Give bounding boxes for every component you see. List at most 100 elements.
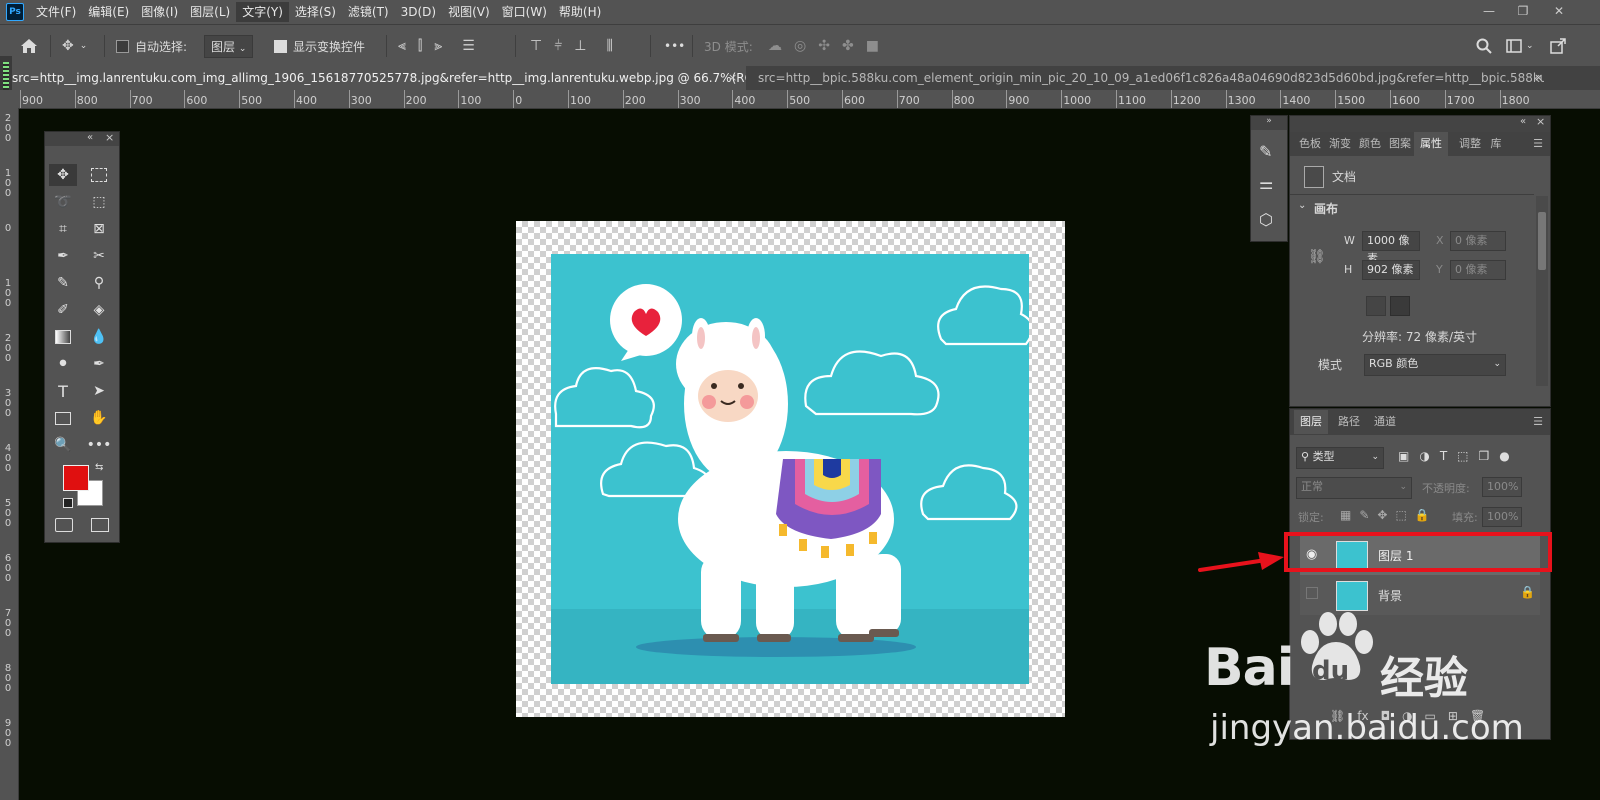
3d-orbit-icon[interactable]: ☁ (768, 38, 782, 54)
canvas-section-chevron-icon[interactable]: ⌄ (1298, 200, 1306, 211)
3d-roll-icon[interactable]: ◎ (794, 38, 806, 54)
tab-document-2-close-icon[interactable]: × (1534, 66, 1543, 90)
auto-select-dropdown[interactable]: 图层 ⌄ (204, 25, 254, 67)
tab-layers[interactable]: 图层 (1294, 410, 1328, 434)
distribute-icon[interactable]: ☰ (462, 38, 475, 54)
more-tools-button[interactable]: ••• (85, 434, 113, 456)
auto-select-checkbox[interactable]: 自动选择: (116, 25, 187, 67)
screen-mode-icon[interactable] (91, 518, 109, 532)
lock-pixels-icon[interactable]: ✎ (1359, 508, 1369, 522)
align-top-icon[interactable]: ⊤ (530, 38, 542, 54)
tools-panel-header[interactable]: « × (45, 131, 119, 146)
gradient-tool-button[interactable] (49, 326, 77, 348)
tools-panel-collapse-icon[interactable]: « (87, 132, 93, 143)
filter-adjustment-icon[interactable]: ◑ (1419, 449, 1429, 463)
distribute-vertical-icon[interactable]: ⫼ (606, 38, 612, 54)
layer-row-background[interactable]: 背景 🔒 (1300, 575, 1540, 615)
blur-tool-button[interactable]: 💧 (85, 326, 113, 348)
3d-pan-icon[interactable]: ✣ (818, 38, 830, 54)
menu-image[interactable]: 图像(I) (135, 2, 184, 22)
height-field[interactable]: 902 像素 (1362, 260, 1420, 280)
search-icon[interactable] (1476, 25, 1492, 67)
workspace-icon[interactable]: ⌄ (1506, 25, 1534, 67)
brush-settings-icon[interactable]: ✎ (1259, 142, 1272, 161)
tab-patterns[interactable]: 图案 (1386, 132, 1414, 156)
dodge-tool-button[interactable]: ⚫ (49, 353, 77, 375)
filter-toggle-icon[interactable]: ● (1499, 449, 1509, 463)
lock-artboard-icon[interactable]: ⬚ (1395, 508, 1406, 522)
close-window-button[interactable]: ✕ (1548, 2, 1570, 20)
filter-shape-icon[interactable]: ⬚ (1457, 449, 1468, 463)
hand-tool-button[interactable]: ✋ (85, 407, 113, 429)
icon-bar-collapse-icon[interactable]: » (1251, 116, 1287, 130)
healing-tool-button[interactable]: ✂ (85, 245, 113, 267)
tab-libraries[interactable]: 库 (1484, 132, 1508, 156)
pen-tool-button[interactable]: ✒ (85, 353, 113, 375)
tab-document-1[interactable]: src=http__img.lanrentuku.com_img_allimg_… (10, 66, 746, 90)
type-tool-button[interactable]: T (49, 380, 77, 402)
menu-filter[interactable]: 滤镜(T) (342, 2, 395, 22)
properties-close-icon[interactable]: × (1536, 115, 1545, 128)
menu-edit[interactable]: 编辑(E) (82, 2, 135, 22)
foreground-color-swatch[interactable] (63, 465, 89, 491)
more-options-button[interactable]: ••• (664, 25, 685, 67)
align-bottom-icon[interactable]: ⊥ (574, 38, 586, 54)
tab-adjustments[interactable]: 调整 (1456, 132, 1484, 156)
layer-filter-dropdown[interactable]: ⚲ 类型 ⌄ (1296, 447, 1384, 469)
adjustment-sliders-icon[interactable]: ⚌ (1259, 174, 1273, 193)
width-field[interactable]: 1000 像素 (1362, 231, 1420, 265)
opacity-field[interactable]: 100% (1482, 477, 1522, 497)
eyedropper-tool-button[interactable]: ✒ (49, 245, 77, 267)
tab-document-2[interactable]: src=http__bpic.588ku.com_element_origin_… (758, 66, 1544, 90)
restore-button[interactable]: ❐ (1512, 2, 1534, 20)
tab-gradients[interactable]: 渐变 (1326, 132, 1354, 156)
properties-menu-icon[interactable]: ☰ (1530, 132, 1546, 156)
menu-view[interactable]: 视图(V) (442, 2, 496, 22)
3d-slide-icon[interactable]: ✤ (842, 38, 854, 54)
swap-colors-icon[interactable]: ⇆ (95, 462, 103, 473)
tab-color[interactable]: 颜色 (1356, 132, 1384, 156)
properties-panel-header[interactable]: « × (1290, 115, 1550, 132)
lock-position-icon[interactable]: ✥ (1377, 508, 1387, 522)
menu-window[interactable]: 窗口(W) (496, 2, 553, 22)
lock-all-icon[interactable]: 🔒 (1415, 508, 1430, 522)
fill-field[interactable]: 100% (1482, 507, 1522, 527)
tab-properties[interactable]: 属性 (1414, 132, 1448, 156)
move-tool-button[interactable]: ✥ (49, 164, 77, 186)
align-middle-icon[interactable]: ⫩ (554, 38, 562, 54)
zoom-tool-button[interactable]: 🔍 (49, 434, 77, 456)
menu-file[interactable]: 文件(F) (30, 2, 82, 22)
align-left-icon[interactable]: ⫷ (398, 38, 406, 54)
quick-mask-icon[interactable] (55, 518, 73, 532)
move-tool-icon[interactable]: ✥ ⌄ (62, 25, 87, 67)
tab-paths[interactable]: 路径 (1332, 410, 1366, 434)
brush-tool-button[interactable]: ✎ (49, 272, 77, 294)
align-center-icon[interactable]: ⫿ (418, 38, 422, 54)
tab-swatches[interactable]: 色板 (1296, 132, 1324, 156)
filter-pixel-icon[interactable]: ▣ (1398, 449, 1409, 463)
properties-collapse-icon[interactable]: « (1520, 116, 1526, 127)
3d-camera-icon[interactable]: ■ (866, 38, 879, 54)
crop-tool-button[interactable]: ⌗ (49, 218, 77, 240)
menu-help[interactable]: 帮助(H) (553, 2, 607, 22)
lock-transparent-icon[interactable]: ▦ (1340, 508, 1351, 522)
y-position-field[interactable]: 0 像素 (1450, 260, 1506, 280)
history-brush-tool-button[interactable]: ✐ (49, 299, 77, 321)
tab-document-1-close-icon[interactable]: × (728, 66, 737, 90)
3d-cube-icon[interactable]: ⬡ (1259, 210, 1273, 229)
stamp-tool-button[interactable]: ⚲ (85, 272, 113, 294)
lasso-tool-button[interactable]: ➰ (49, 191, 77, 213)
align-right-icon[interactable]: ⫸ (434, 38, 442, 54)
landscape-orientation-button[interactable] (1390, 296, 1410, 316)
filter-smart-object-icon[interactable]: ❐ (1479, 449, 1490, 463)
object-select-tool-button[interactable]: ⬚ (85, 191, 113, 213)
eraser-tool-button[interactable]: ◈ (85, 299, 113, 321)
tab-channels[interactable]: 通道 (1368, 410, 1402, 434)
filter-type-icon[interactable]: T (1440, 449, 1447, 463)
menu-layer[interactable]: 图层(L) (184, 2, 236, 22)
show-transform-checkbox[interactable]: 显示变换控件 (274, 25, 365, 67)
tools-panel-close-icon[interactable]: × (105, 131, 114, 144)
blend-mode-dropdown[interactable]: 正常 ⌄ (1296, 477, 1412, 499)
menu-3d[interactable]: 3D(D) (395, 2, 442, 22)
path-select-tool-button[interactable]: ➤ (85, 380, 113, 402)
